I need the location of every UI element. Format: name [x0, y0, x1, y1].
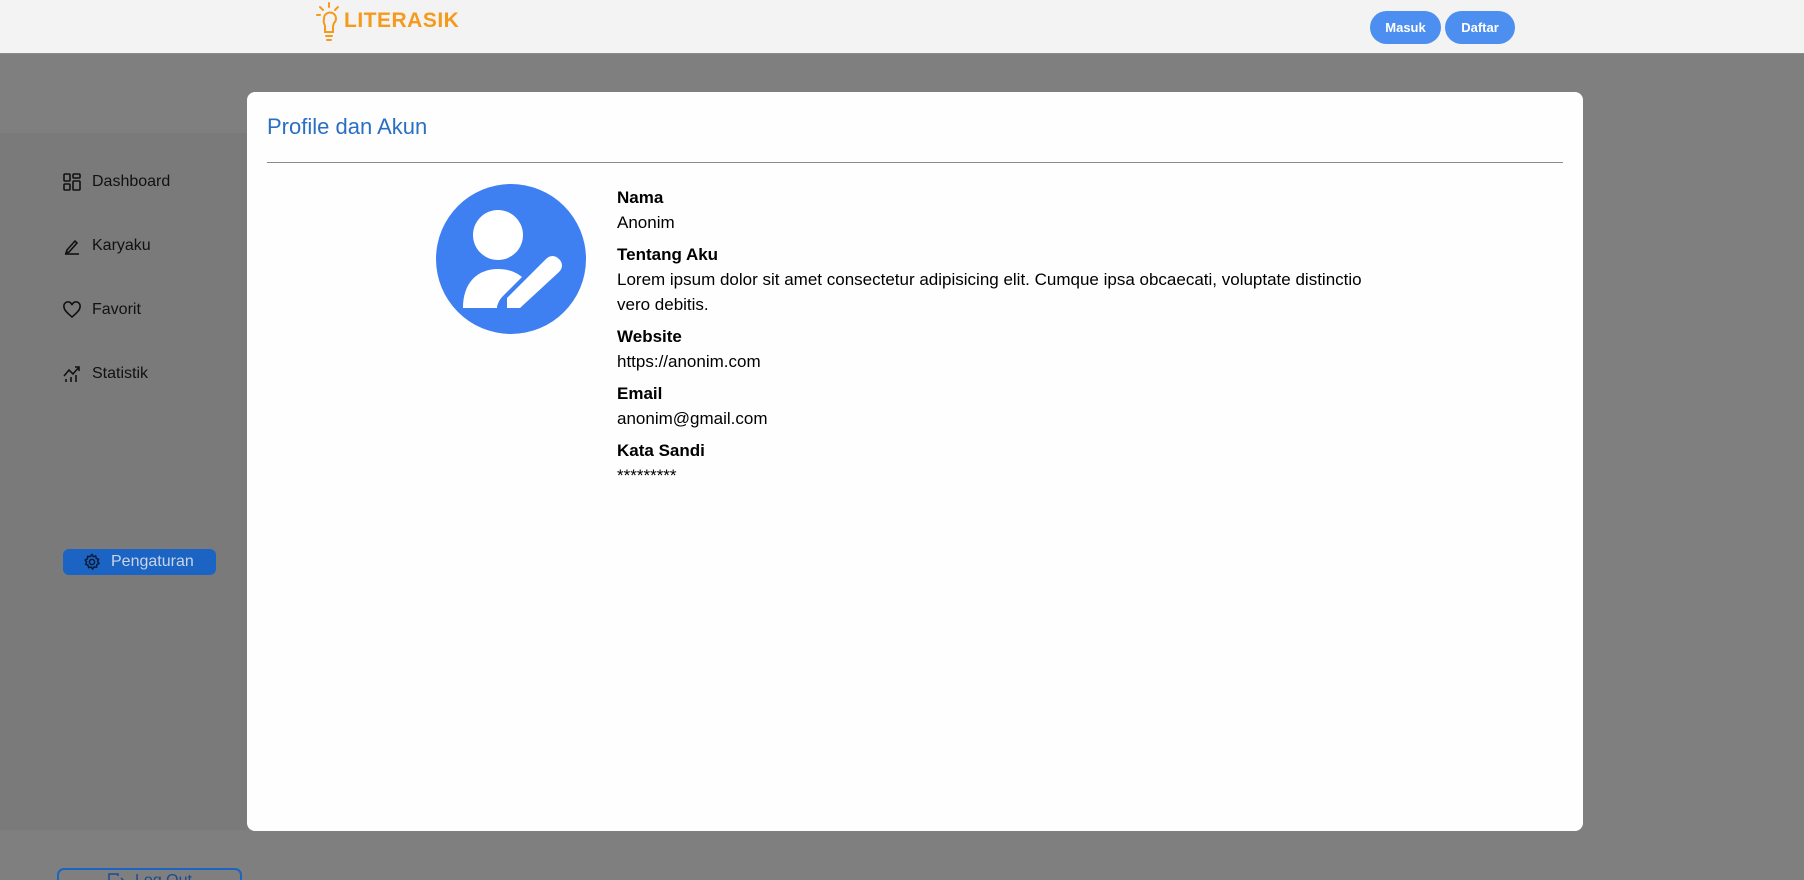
field-website: Website https://anonim.com: [617, 325, 1377, 374]
divider: [267, 162, 1563, 163]
field-label: Website: [617, 327, 682, 346]
register-button[interactable]: Daftar: [1445, 11, 1515, 44]
sidebar-item-karyaku[interactable]: Karyaku: [62, 234, 151, 258]
profile-info: Nama Anonim Tentang Aku Lorem ipsum dolo…: [617, 186, 1377, 496]
field-nama: Nama Anonim: [617, 186, 1377, 235]
field-value: https://anonim.com: [617, 352, 761, 371]
logout-icon: [107, 872, 125, 880]
lightbulb-icon: [316, 2, 339, 41]
field-value: anonim@gmail.com: [617, 409, 768, 428]
pen-icon: [62, 236, 82, 256]
field-value: Lorem ipsum dolor sit amet consectetur a…: [617, 270, 1362, 314]
sidebar-item-dashboard[interactable]: Dashboard: [62, 170, 170, 194]
sidebar-item-label: Dashboard: [92, 173, 171, 190]
sidebar-item-label: Pengaturan: [111, 553, 194, 570]
field-label: Kata Sandi: [617, 441, 705, 460]
field-tentang-aku: Tentang Aku Lorem ipsum dolor sit amet c…: [617, 243, 1377, 317]
logo[interactable]: LITERASIK: [316, 2, 459, 44]
field-label: Nama: [617, 188, 664, 207]
sidebar-item-label: Favorit: [92, 301, 141, 318]
logout-label: Log Out: [135, 872, 192, 880]
chart-icon: [62, 364, 82, 384]
sidebar-item-pengaturan[interactable]: Pengaturan: [63, 549, 216, 575]
profile-modal: Profile dan Akun Nama Anonim Tentang Aku…: [247, 92, 1583, 831]
modal-title: Profile dan Akun: [267, 114, 428, 139]
logout-button[interactable]: Log Out: [57, 868, 242, 880]
sidebar-item-label: Karyaku: [92, 237, 151, 254]
sidebar-item-label: Statistik: [92, 365, 149, 382]
sidebar-item-favorit[interactable]: Favorit: [62, 298, 141, 322]
gear-icon: [83, 553, 101, 571]
field-value: Anonim: [617, 213, 675, 232]
field-label: Email: [617, 384, 663, 403]
dashboard-icon: [62, 172, 82, 192]
login-button[interactable]: Masuk: [1370, 11, 1441, 44]
field-label: Tentang Aku: [617, 245, 719, 264]
heart-icon: [62, 300, 82, 320]
sidebar: Dashboard Karyaku Favorit Statistik Peng…: [0, 133, 260, 880]
field-kata-sandi: Kata Sandi *********: [617, 439, 1377, 488]
field-email: Email anonim@gmail.com: [617, 382, 1377, 431]
top-navbar: LITERASIK Masuk Daftar: [0, 0, 1804, 54]
sidebar-item-statistik[interactable]: Statistik: [62, 362, 148, 386]
field-value: *********: [617, 466, 677, 485]
logo-text: LITERASIK: [344, 9, 460, 32]
avatar: [436, 184, 586, 334]
user-edit-icon: [463, 210, 562, 308]
